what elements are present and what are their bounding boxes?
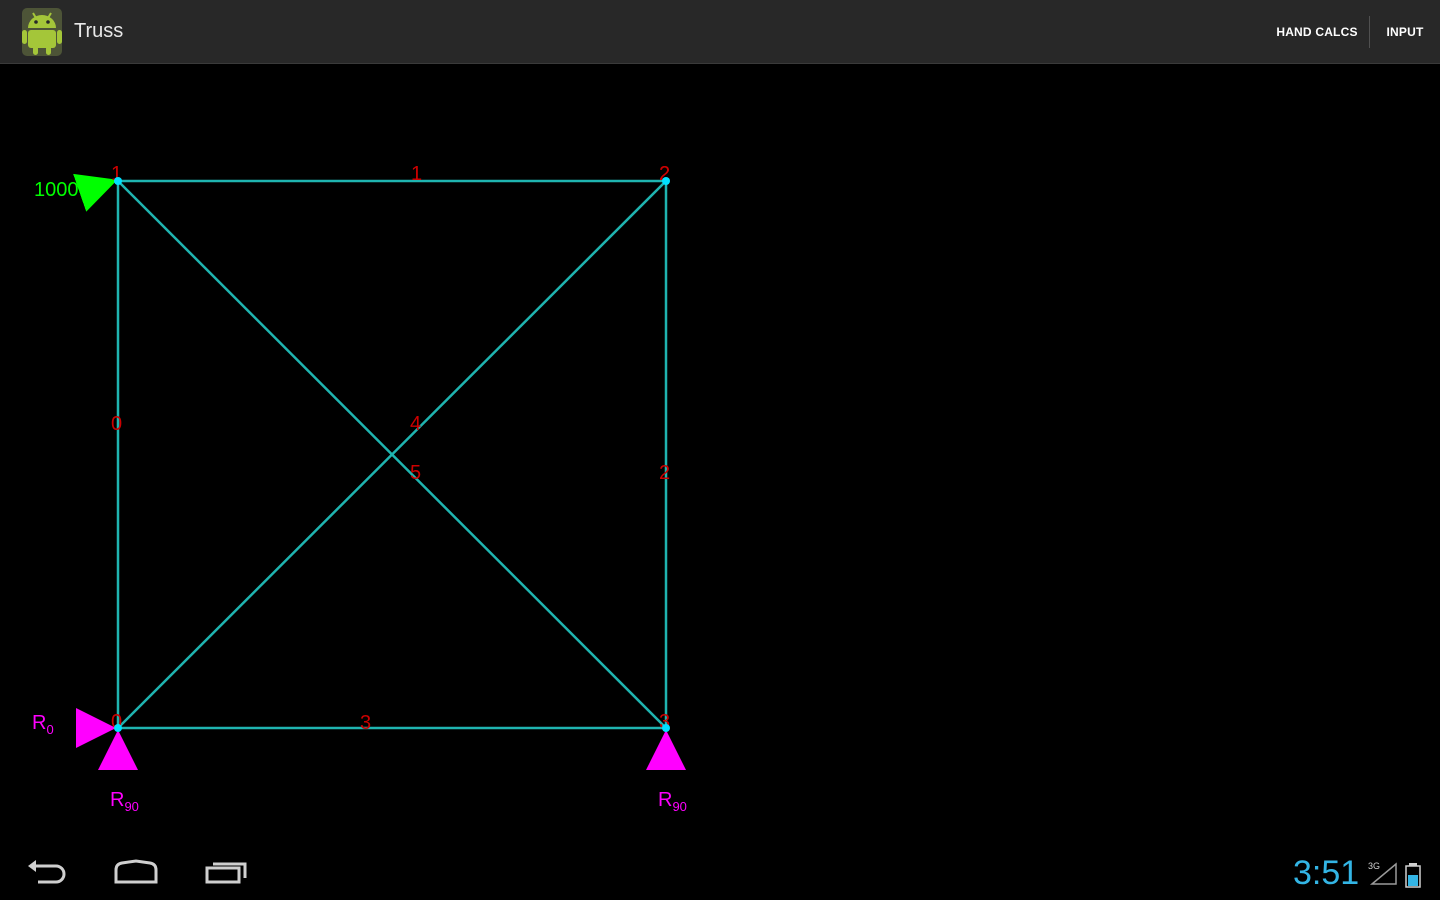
member-label: 3 <box>360 712 371 734</box>
action-bar: Truss HAND CALCS INPUT <box>0 0 1440 64</box>
signal-icon: 3G <box>1368 861 1397 885</box>
member-label: 1 <box>411 163 422 185</box>
input-button[interactable]: INPUT <box>1374 0 1436 64</box>
app-title: Truss <box>74 20 124 42</box>
reaction-sub: 0 <box>46 722 53 737</box>
node[interactable] <box>114 177 122 185</box>
reaction-sub: 90 <box>672 799 686 814</box>
member-label: 5 <box>410 462 421 484</box>
node[interactable] <box>114 724 122 732</box>
action-divider <box>1369 16 1370 48</box>
member-label: 4 <box>410 413 421 435</box>
load-label: 1000 <box>34 179 79 201</box>
node[interactable] <box>662 724 670 732</box>
node[interactable] <box>662 177 670 185</box>
reaction-label-r90-left: R90 <box>110 789 139 814</box>
load-arrow <box>73 173 118 212</box>
member-label: 0 <box>111 413 122 435</box>
truss-canvas[interactable]: 1000 R0 R90 R90 1 2 0 4 5 2 3 1 2 0 3 <box>0 64 1440 844</box>
status-clock: 3:51 <box>1293 854 1360 892</box>
member-label: 2 <box>659 462 670 484</box>
reaction-base: R <box>658 789 672 811</box>
hand-calcs-button[interactable]: HAND CALCS <box>1266 0 1368 64</box>
back-icon[interactable] <box>24 858 68 886</box>
reaction-label-r90-right: R90 <box>658 789 687 814</box>
home-icon[interactable] <box>112 858 160 886</box>
signal-type-label: 3G <box>1368 861 1380 871</box>
reaction-base: R <box>110 789 124 811</box>
reaction-base: R <box>32 712 46 734</box>
truss-members <box>116 179 668 730</box>
reaction-sub: 90 <box>124 799 138 814</box>
system-nav-bar: 3:51 3G <box>0 844 1440 900</box>
battery-icon <box>1405 863 1421 888</box>
reaction-label-r0: R0 <box>32 712 54 737</box>
recents-icon[interactable] <box>203 858 251 886</box>
android-icon <box>22 8 62 56</box>
